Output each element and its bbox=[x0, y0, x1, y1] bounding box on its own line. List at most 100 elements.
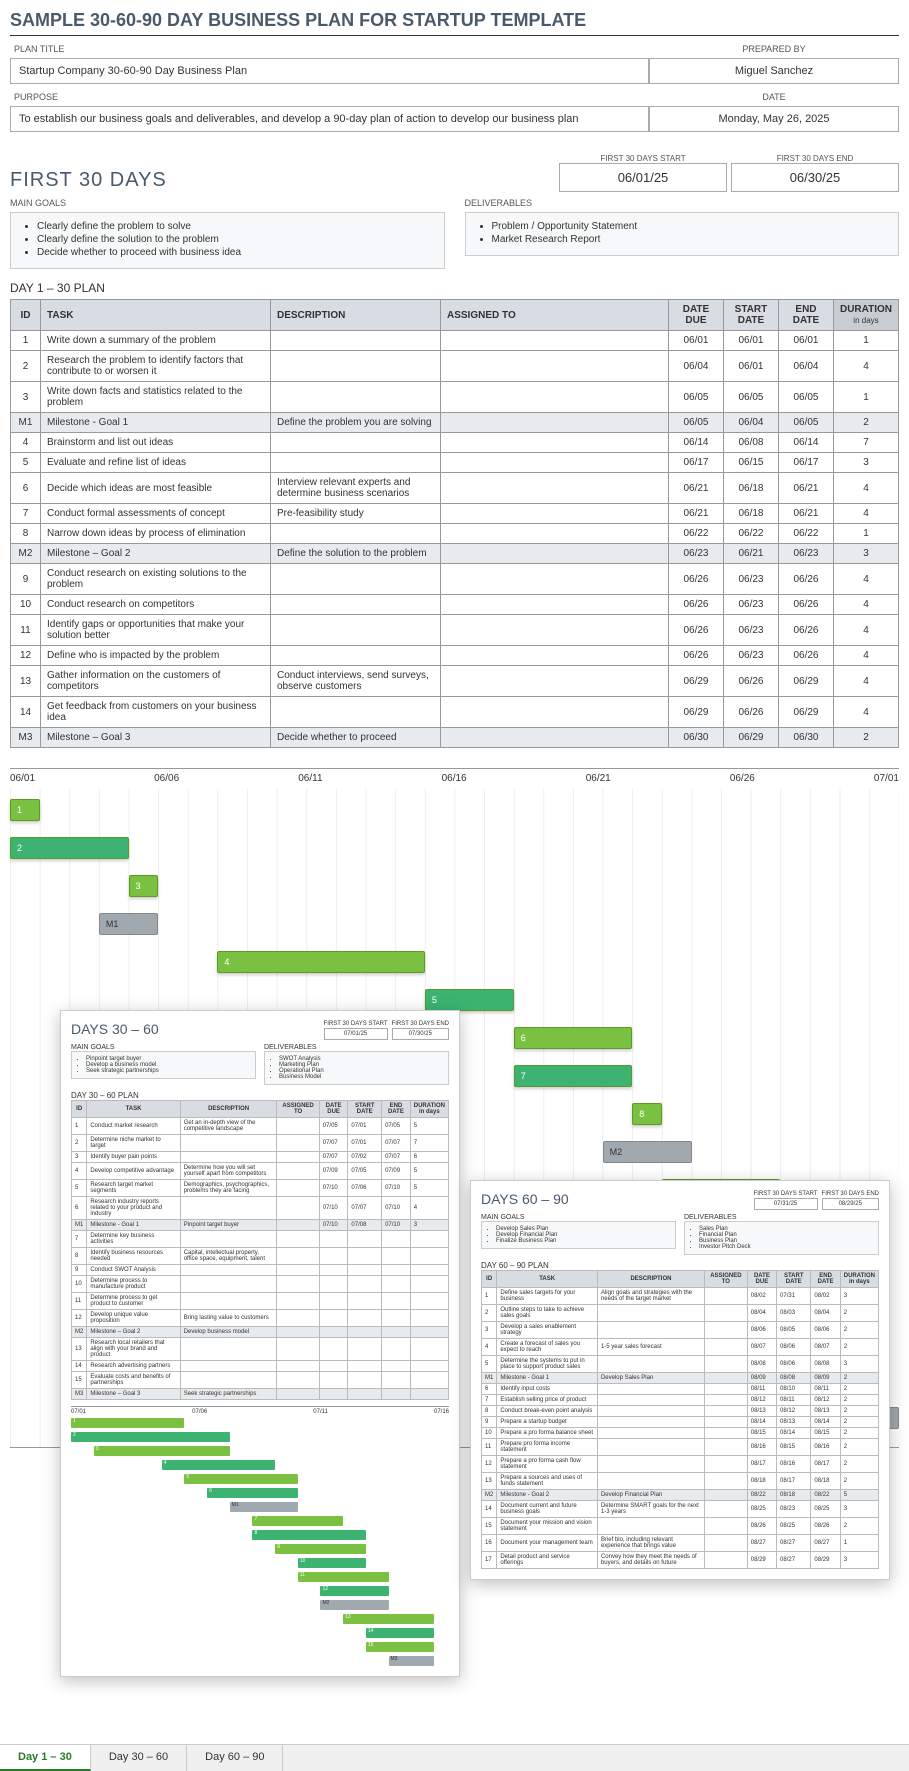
table-row: 17Detail product and service offeringsCo… bbox=[482, 1552, 879, 1569]
list-item: Business Model bbox=[279, 1074, 444, 1080]
table-row: M3Milestone – Goal 3Seek strategic partn… bbox=[72, 1389, 449, 1400]
table-row: 3Develop a sales enablement strategy08/0… bbox=[482, 1322, 879, 1339]
list-item: Investor Pitch Deck bbox=[699, 1244, 874, 1250]
list-item: Seek strategic partnerships bbox=[86, 1068, 251, 1074]
col-id: ID bbox=[11, 300, 41, 331]
col-dur: DURATIONin days bbox=[833, 300, 898, 331]
table-row: M2Milestone – Goal 2Develop business mod… bbox=[72, 1327, 449, 1338]
table-row: 10Conduct research on competitors06/2606… bbox=[11, 595, 899, 615]
table-row: 13Research local retailers that align wi… bbox=[72, 1338, 449, 1361]
date-value: Monday, May 26, 2025 bbox=[649, 106, 899, 132]
table-row: 9Conduct SWOT Analysis bbox=[72, 1265, 449, 1276]
table-row: M1Milestone - Goal 1Define the problem y… bbox=[11, 413, 899, 433]
sheet-tab[interactable]: Day 60 – 90 bbox=[187, 1745, 283, 1771]
col-desc: DESCRIPTION bbox=[271, 300, 441, 331]
table-row: 2Determine niche market to target07/0707… bbox=[72, 1135, 449, 1152]
table-row: M1Milestone - Goal 1Pinpoint target buye… bbox=[72, 1220, 449, 1231]
gantt-tick: 06/26 bbox=[730, 773, 755, 784]
purpose-value: To establish our business goals and deli… bbox=[10, 106, 649, 132]
list-item: Market Research Report bbox=[492, 234, 889, 245]
first-30-end-value: 06/30/25 bbox=[731, 163, 899, 192]
table-row: 9Prepare a startup budget08/1408/1308/14… bbox=[482, 1417, 879, 1428]
gantt-bar: 5 bbox=[425, 989, 514, 1011]
table-row: 6Identify input costs08/1108/1008/112 bbox=[482, 1384, 879, 1395]
gantt-bar: 3 bbox=[129, 875, 159, 897]
gantt-bar: 3 bbox=[94, 1446, 230, 1456]
col-assigned: ASSIGNED TO bbox=[441, 300, 669, 331]
table-row: 7Conduct formal assessments of conceptPr… bbox=[11, 504, 899, 524]
gantt-bar: 9 bbox=[275, 1544, 366, 1554]
table-row: 1Define sales targets for your businessA… bbox=[482, 1288, 879, 1305]
list-item: Clearly define the problem to solve bbox=[37, 221, 434, 232]
gantt-bar: M2 bbox=[603, 1141, 692, 1163]
date-label: DATE bbox=[649, 90, 899, 104]
first-30-start-label: FIRST 30 DAYS START bbox=[559, 154, 727, 163]
gantt-tick: 06/11 bbox=[298, 773, 322, 784]
table-row: 11Determine process to get product to cu… bbox=[72, 1293, 449, 1310]
list-item: Decide whether to proceed with business … bbox=[37, 247, 434, 258]
table-row: 3Identify buyer pain points07/0707/0207/… bbox=[72, 1152, 449, 1163]
deliverables-label: DELIVERABLES bbox=[465, 198, 900, 208]
gantt-bar: M3 bbox=[389, 1656, 434, 1666]
gantt-bar: M2 bbox=[320, 1600, 388, 1610]
gantt-bar: 7 bbox=[252, 1516, 343, 1526]
list-item: Problem / Opportunity Statement bbox=[492, 221, 889, 232]
sheet-tabs: Day 1 – 30Day 30 – 60Day 60 – 90 bbox=[0, 1744, 909, 1771]
main-goals-box: Clearly define the problem to solveClear… bbox=[10, 212, 445, 269]
gantt-bar: M1 bbox=[230, 1502, 298, 1512]
table-row: 8Conduct break-even point analysis08/130… bbox=[482, 1406, 879, 1417]
page-title: SAMPLE 30-60-90 DAY BUSINESS PLAN FOR ST… bbox=[10, 10, 899, 36]
panel-60-title: DAYS 30 – 60 bbox=[71, 1021, 159, 1037]
table-row: 4Brainstorm and list out ideas06/1406/08… bbox=[11, 433, 899, 453]
col-end: END DATE bbox=[778, 300, 833, 331]
gantt-bar: 6 bbox=[207, 1488, 298, 1498]
table-row: 5Determine the systems to put in place t… bbox=[482, 1356, 879, 1373]
plan-30-label: DAY 1 – 30 PLAN bbox=[10, 281, 899, 295]
table-row: 9Conduct research on existing solutions … bbox=[11, 564, 899, 595]
first-30-start-value: 06/01/25 bbox=[559, 163, 727, 192]
gantt-bar: 15 bbox=[366, 1642, 434, 1652]
first-30-days-title: FIRST 30 DAYS bbox=[10, 169, 559, 192]
gantt-bar: M1 bbox=[99, 913, 158, 935]
table-row: M2Milestone - Goal 2Develop Financial Pl… bbox=[482, 1490, 879, 1501]
table-row: M2Milestone – Goal 2Define the solution … bbox=[11, 544, 899, 564]
table-row: M3Milestone – Goal 3Decide whether to pr… bbox=[11, 728, 899, 748]
gantt-tick: 06/16 bbox=[442, 773, 467, 784]
table-row: 13Gather information on the customers of… bbox=[11, 666, 899, 697]
gantt-tick: 06/06 bbox=[154, 773, 179, 784]
table-row: 10Determine process to manufacture produ… bbox=[72, 1276, 449, 1293]
table-row: 5Evaluate and refine list of ideas06/170… bbox=[11, 453, 899, 473]
prepared-by-value: Miguel Sanchez bbox=[649, 58, 899, 84]
gantt-bar: 4 bbox=[217, 951, 424, 973]
list-item: Finalize Business Plan bbox=[496, 1238, 671, 1244]
table-row: 15Evaluate costs and benefits of partner… bbox=[72, 1372, 449, 1389]
gantt-tick: 06/01 bbox=[10, 773, 35, 784]
table-row: 14Research advertising partners bbox=[72, 1361, 449, 1372]
gantt-tick: 07/01 bbox=[874, 773, 899, 784]
gantt-bar: 1 bbox=[71, 1418, 184, 1428]
sheet-tab[interactable]: Day 30 – 60 bbox=[91, 1745, 187, 1771]
gantt-bar: 2 bbox=[71, 1432, 230, 1442]
gantt-bar: 14 bbox=[366, 1628, 434, 1638]
table-row: 14Get feedback from customers on your bu… bbox=[11, 697, 899, 728]
sheet-tab[interactable]: Day 1 – 30 bbox=[0, 1745, 91, 1771]
table-row: 8Narrow down ideas by process of elimina… bbox=[11, 524, 899, 544]
table-row: 12Prepare a pro forma cash flow statemen… bbox=[482, 1456, 879, 1473]
panel-days-30-60: DAYS 30 – 60 FIRST 30 DAYS START07/01/25… bbox=[60, 1010, 460, 1677]
col-task: TASK bbox=[41, 300, 271, 331]
table-row: 2Research the problem to identify factor… bbox=[11, 351, 899, 382]
purpose-label: PURPOSE bbox=[10, 90, 649, 104]
main-goals-label: MAIN GOALS bbox=[10, 198, 445, 208]
col-due: DATE DUE bbox=[668, 300, 723, 331]
table-row: 13Prepare a sources and uses of funds st… bbox=[482, 1473, 879, 1490]
prepared-by-label: PREPARED BY bbox=[649, 42, 899, 56]
table-row: 6Research industry reports related to yo… bbox=[72, 1197, 449, 1220]
table-row: 16Document your management teamBrief bio… bbox=[482, 1535, 879, 1552]
table-row: 11Prepare pro forma income statement08/1… bbox=[482, 1439, 879, 1456]
table-row: 15Document your mission and vision state… bbox=[482, 1518, 879, 1535]
table-row: 11Identify gaps or opportunities that ma… bbox=[11, 615, 899, 646]
col-start: START DATE bbox=[723, 300, 778, 331]
gantt-bar: 2 bbox=[10, 837, 129, 859]
deliverables-box: Problem / Opportunity Statement Market Re… bbox=[465, 212, 900, 256]
panel-days-60-90: DAYS 60 – 90 FIRST 30 DAYS START07/31/25… bbox=[470, 1180, 890, 1580]
